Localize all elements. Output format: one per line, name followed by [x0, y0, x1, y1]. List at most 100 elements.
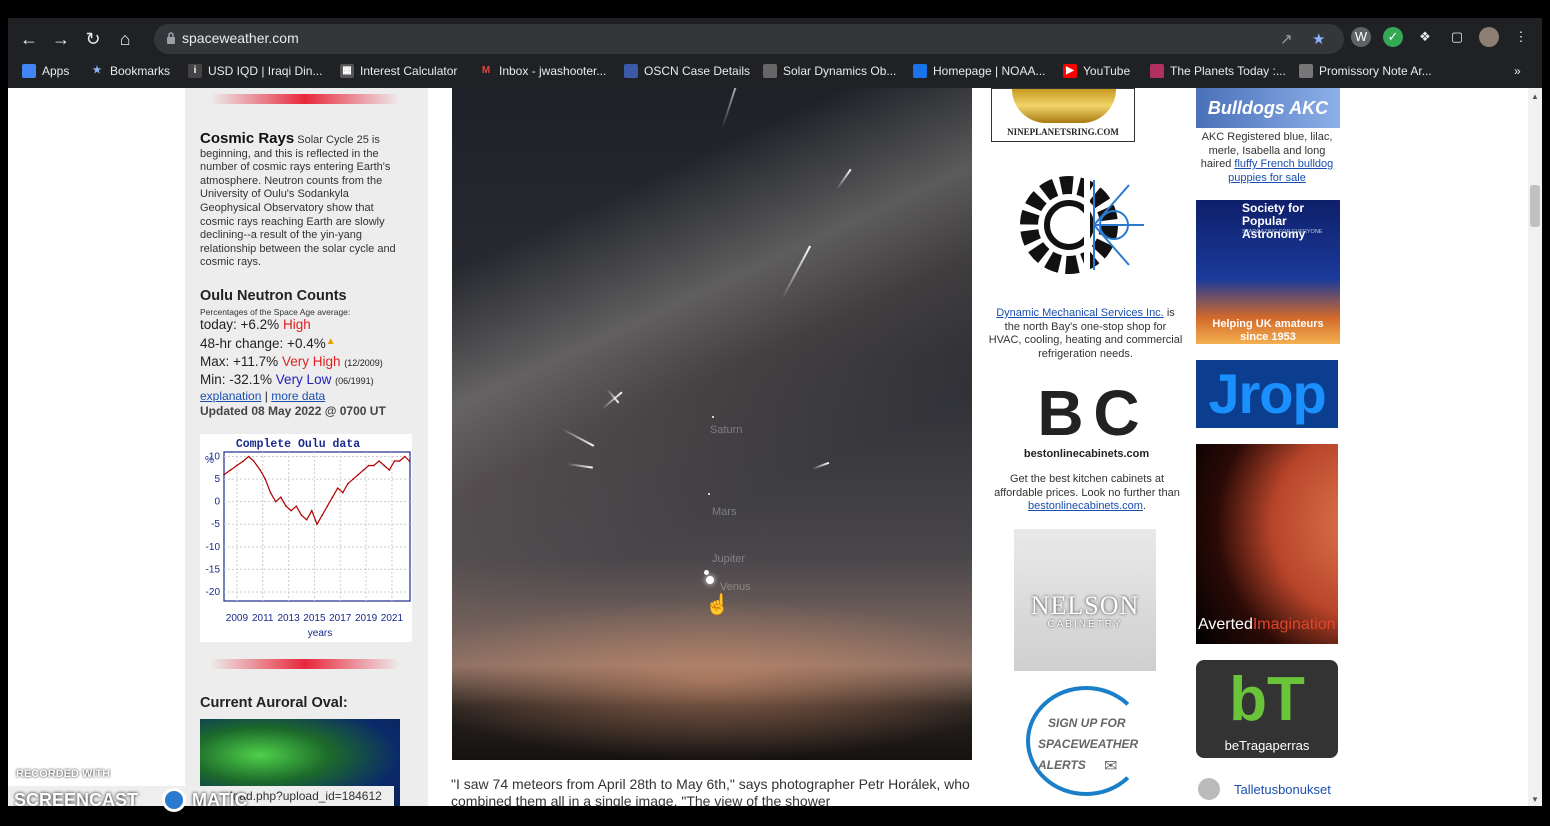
data-point	[300, 514, 303, 517]
planet-label-jupiter: Jupiter	[712, 553, 746, 565]
bookmark-label: Solar Dynamics Ob...	[783, 64, 897, 78]
data-point	[331, 496, 334, 498]
extension-w-icon[interactable]: W	[1351, 27, 1371, 47]
signup-line-1: SIGN UP FOR	[1048, 716, 1126, 730]
scroll-up-icon[interactable]: ▲	[1531, 92, 1539, 101]
data-point	[274, 500, 277, 503]
signup-alerts-ad[interactable]: SIGN UP FOR SPACEWEATHER ALERTS ✉	[1026, 686, 1146, 796]
hand-cursor-icon: ☝	[705, 594, 730, 616]
jrop-ad[interactable]: Jrop	[1196, 360, 1338, 428]
url-text[interactable]: spaceweather.com	[182, 30, 299, 46]
bookmark-bookmarks[interactable]: ★ Bookmarks	[90, 62, 171, 80]
y-tick-label: -20	[206, 587, 221, 598]
neutron-change: 48-hr change: +0.4%▲	[200, 336, 336, 351]
more-data-link[interactable]: more data	[271, 389, 325, 403]
data-point	[316, 523, 318, 526]
imagination-word: Imagination	[1252, 616, 1336, 633]
data-point	[342, 491, 344, 494]
betragaperras-ad[interactable]: bT beTragaperras	[1196, 660, 1338, 758]
explanation-link[interactable]: explanation	[200, 389, 261, 403]
webpage: Cosmic Rays Solar Cycle 25 is beginning,…	[8, 88, 1542, 806]
scroll-down-icon[interactable]: ▼	[1531, 795, 1539, 804]
gear-snowflake-logo[interactable]	[1014, 160, 1154, 290]
bookmark-label: Bookmarks	[110, 64, 171, 78]
bookmark-planets[interactable]: The Planets Today :...	[1150, 62, 1286, 80]
data-point	[373, 464, 375, 467]
x-tick-label: 2011	[252, 613, 274, 624]
share-icon[interactable]: ↗	[1280, 30, 1293, 48]
forward-icon[interactable]: →	[48, 26, 74, 52]
boc-link[interactable]: bestonlinecabinets.com	[1028, 500, 1143, 512]
talletus-ad[interactable]: Talletusbonukset	[1198, 778, 1348, 800]
address-bar[interactable]: spaceweather.com ↗ ★	[154, 24, 1344, 54]
data-point	[362, 469, 365, 471]
today-value: today: +6.2%	[200, 317, 280, 332]
home-icon[interactable]: ⌂	[112, 26, 138, 52]
plot-frame	[223, 451, 411, 602]
y-tick-label: -15	[206, 564, 221, 575]
data-point	[290, 509, 292, 512]
meteor-streak	[811, 461, 830, 470]
bookmark-label: OSCN Case Details	[644, 64, 751, 78]
planet-label-saturn: Saturn	[710, 424, 743, 436]
x-tick-label: 2013	[277, 613, 300, 624]
bulldog-ad-text: AKC Registered blue, lilac, merle, Isabe…	[1192, 131, 1342, 185]
doc-icon	[1299, 64, 1313, 78]
extension-check-icon[interactable]: ✓	[1383, 27, 1403, 47]
data-point	[229, 469, 232, 471]
x-tick-label: 2015	[303, 613, 326, 624]
sidepanel-icon[interactable]: ▢	[1447, 27, 1467, 47]
data-point	[336, 487, 339, 489]
y-tick-label: 5	[214, 474, 220, 485]
watermark-brand: SCREENCAST MATIC	[14, 788, 248, 812]
oulu-chart[interactable]: Complete Oulu data 10 5 0 -5 -10 -15 -20 2009 2…	[200, 434, 412, 642]
planet-dot	[712, 416, 714, 418]
data-point	[408, 460, 411, 462]
meteor-photo[interactable]: Saturn Mars Jupiter Venus	[452, 88, 972, 760]
bulldogs-logo[interactable]: Bulldogs AKC	[1196, 88, 1340, 128]
nelson-cabinetry-ad[interactable]: NELSON CABINETRY	[1014, 529, 1156, 671]
nineplanets-ad[interactable]: NINEPLANETSRING.COM	[991, 88, 1135, 142]
averted-imagination-ad[interactable]: AvertedImagination	[1196, 444, 1338, 644]
bookmark-promissory[interactable]: Promissory Note Ar...	[1299, 62, 1432, 80]
x-tick-label: 2019	[355, 613, 378, 624]
noaa-icon	[913, 64, 927, 78]
chart-title: Complete Oulu data	[236, 438, 360, 451]
bookmark-inbox[interactable]: M Inbox - jwashooter...	[479, 62, 607, 80]
scrollbar[interactable]: ▲ ▼	[1528, 88, 1542, 806]
reload-icon[interactable]: ↻	[80, 26, 106, 52]
data-point	[367, 464, 370, 467]
data-point	[398, 460, 401, 462]
bookmark-noaa[interactable]: Homepage | NOAA...	[913, 62, 1046, 80]
puzzle-icon[interactable]: ❖	[1415, 27, 1435, 47]
dms-link[interactable]: Dynamic Mechanical Services Inc.	[996, 307, 1164, 319]
menu-dots-icon[interactable]: ⋮	[1511, 27, 1531, 47]
scrollbar-thumb[interactable]	[1530, 185, 1540, 227]
y-tick-label: -10	[206, 542, 221, 553]
bookmark-star-icon[interactable]: ★	[1312, 30, 1325, 48]
bookmarks-overflow[interactable]: »	[1514, 62, 1521, 80]
bookmark-sdo[interactable]: Solar Dynamics Ob...	[763, 62, 896, 80]
bulldog-link[interactable]: fluffy French bulldog puppies for sale	[1228, 158, 1333, 184]
bookmark-label: Promissory Note Ar...	[1319, 64, 1432, 78]
bookmark-youtube[interactable]: ▶ YouTube	[1063, 62, 1130, 80]
data-point	[242, 460, 245, 462]
boc-logo[interactable]: B C bestonlinecabinets.com	[1014, 378, 1159, 473]
sdo-icon	[763, 64, 777, 78]
planets-icon	[1150, 64, 1164, 78]
data-point	[347, 482, 349, 485]
bookmark-interest-calculator[interactable]: ▦ Interest Calculator	[340, 62, 457, 80]
status-url: load.php?upload_id=184612	[230, 789, 382, 803]
averted-word: Averted	[1198, 616, 1253, 633]
lock-icon[interactable]	[166, 31, 176, 45]
avatar[interactable]	[1479, 27, 1499, 47]
back-icon[interactable]: ←	[16, 26, 42, 52]
bookmark-usd-iqd[interactable]: i USD IQD | Iraqi Din...	[188, 62, 322, 80]
bookmark-apps[interactable]: Apps	[22, 62, 69, 80]
spa-ad[interactable]: Society for Popular Astronomy STARGAZING …	[1196, 200, 1340, 344]
bookmark-oscn[interactable]: OSCN Case Details	[624, 62, 750, 80]
cosmic-rays-body: Solar Cycle 25 is beginning, and this is…	[200, 134, 396, 269]
data-point	[269, 491, 272, 494]
nelson-title: NELSON	[1030, 591, 1140, 620]
x-tick-label: 2017	[329, 613, 352, 624]
